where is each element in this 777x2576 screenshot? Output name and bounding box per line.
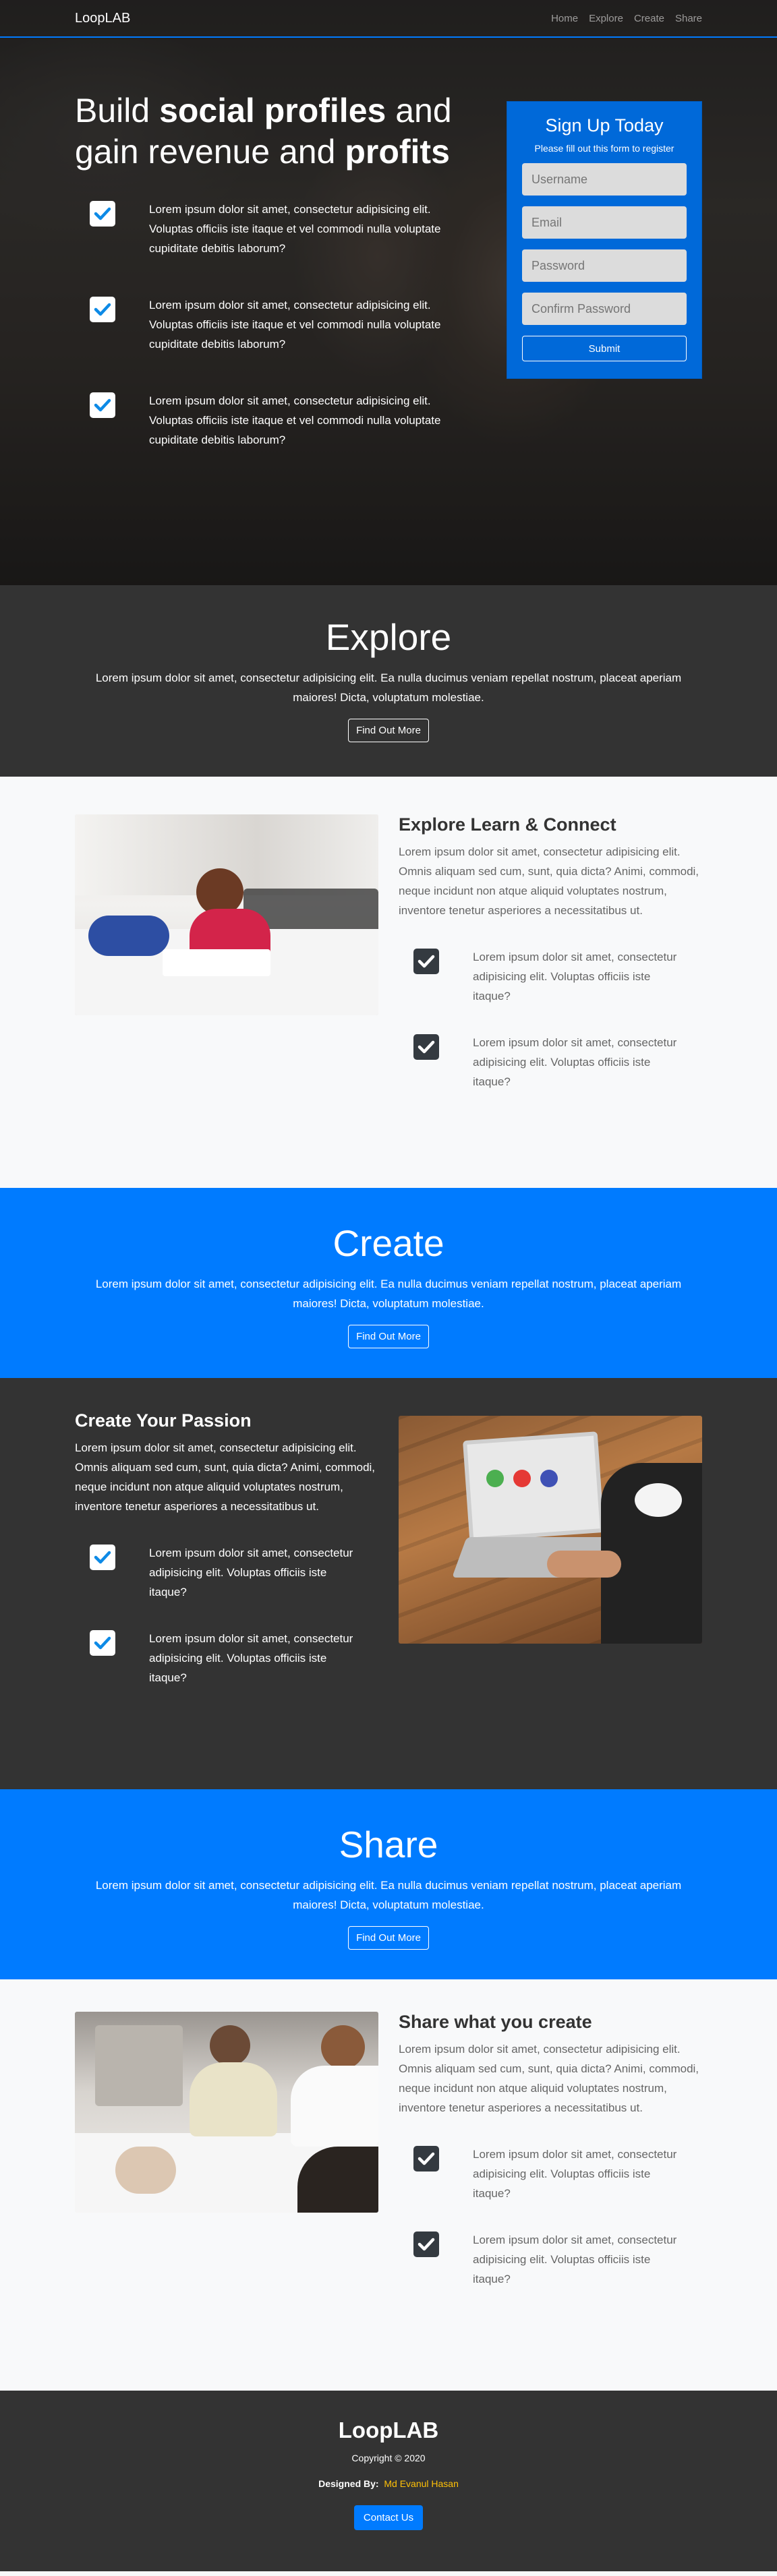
checkbox-icon <box>90 297 115 322</box>
share-feature: Lorem ipsum dolor sit amet, consectetur … <box>399 2230 702 2289</box>
create-feature-text: Lorem ipsum dolor sit amet, consectetur … <box>149 1547 353 1598</box>
designer-credit: Designed By: Md Evanul Hasan <box>0 2478 777 2489</box>
checkbox-icon <box>90 392 115 418</box>
share-section-title: Share what you create <box>399 2012 592 2032</box>
create-text: Lorem ipsum dolor sit amet, consectetur … <box>95 1278 682 1310</box>
brand-logo[interactable]: LoopLAB <box>75 11 130 26</box>
share-feature-text: Lorem ipsum dolor sit amet, consectetur … <box>473 2148 677 2200</box>
explore-feature-text: Lorem ipsum dolor sit amet, consectetur … <box>473 951 677 1002</box>
nav-link-create[interactable]: Create <box>634 13 664 24</box>
explore-find-out-more-button[interactable]: Find Out More <box>348 719 429 742</box>
checkbox-icon <box>90 1545 115 1570</box>
nav-link-explore[interactable]: Explore <box>589 13 623 24</box>
checkbox-icon <box>413 1034 439 1060</box>
nav-links: Home Explore Create Share <box>551 13 702 24</box>
signup-form: Sign Up Today Please fill out this form … <box>507 101 702 379</box>
checkbox-icon <box>413 2231 439 2257</box>
hero-feature-text: Lorem ipsum dolor sit amet, consectetur … <box>149 394 441 446</box>
checkbox-icon <box>90 201 115 227</box>
contact-us-button[interactable]: Contact Us <box>353 2505 424 2530</box>
password-input[interactable] <box>522 249 687 282</box>
explore-section-title: Explore Learn & Connect <box>399 814 616 835</box>
share-section: Share what you create Lorem ipsum dolor … <box>0 1979 777 2391</box>
explore-text: Lorem ipsum dolor sit amet, consectetur … <box>95 671 682 704</box>
email-input[interactable] <box>522 206 687 239</box>
footer: LoopLAB Copyright © 2020 Designed By: Md… <box>0 2391 777 2571</box>
copyright-text: Copyright © 2020 <box>351 2453 426 2463</box>
footer-brand: LoopLAB <box>338 2418 439 2443</box>
girl-drawing-photo <box>75 814 378 1015</box>
create-section: Create Your Passion Lorem ipsum dolor si… <box>0 1378 777 1789</box>
share-feature: Lorem ipsum dolor sit amet, consectetur … <box>399 2145 702 2203</box>
create-find-out-more-button[interactable]: Find Out More <box>348 1325 429 1348</box>
create-feature: Lorem ipsum dolor sit amet, consectetur … <box>75 1629 378 1687</box>
nav-link-share[interactable]: Share <box>675 13 702 24</box>
create-banner: Create Lorem ipsum dolor sit amet, conse… <box>0 1188 777 1378</box>
hero-feature-text: Lorem ipsum dolor sit amet, consectetur … <box>149 203 441 255</box>
checkbox-icon <box>413 949 439 974</box>
share-banner: Share Lorem ipsum dolor sit amet, consec… <box>0 1789 777 1979</box>
navbar: LoopLAB Home Explore Create Share <box>0 0 777 38</box>
designer-name: Md Evanul Hasan <box>384 2478 459 2489</box>
create-section-text: Lorem ipsum dolor sit amet, consectetur … <box>75 1441 376 1513</box>
create-heading: Create <box>333 1222 444 1264</box>
hero-feature: Lorem ipsum dolor sit amet, consectetur … <box>75 200 466 258</box>
explore-feature: Lorem ipsum dolor sit amet, consectetur … <box>399 1033 702 1091</box>
create-section-title: Create Your Passion <box>75 1410 252 1431</box>
signup-title: Sign Up Today <box>545 115 664 136</box>
designed-by-label: Designed By: <box>318 2478 379 2489</box>
hero-feature: Lorem ipsum dolor sit amet, consectetur … <box>75 295 466 354</box>
hero-section: Build social profiles and gain revenue a… <box>0 0 777 585</box>
group-photo <box>75 2012 378 2213</box>
explore-banner: Explore Lorem ipsum dolor sit amet, cons… <box>0 585 777 777</box>
explore-heading: Explore <box>325 616 452 658</box>
share-section-text: Lorem ipsum dolor sit amet, consectetur … <box>399 2043 699 2114</box>
username-input[interactable] <box>522 163 687 196</box>
explore-feature-text: Lorem ipsum dolor sit amet, consectetur … <box>473 1036 677 1088</box>
share-feature-text: Lorem ipsum dolor sit amet, consectetur … <box>473 2234 677 2285</box>
share-find-out-more-button[interactable]: Find Out More <box>348 1926 429 1950</box>
signup-subtitle: Please fill out this form to register <box>534 143 674 154</box>
checkbox-icon <box>413 2146 439 2171</box>
explore-section-text: Lorem ipsum dolor sit amet, consectetur … <box>399 845 699 917</box>
hero-title: Build social profiles and gain revenue a… <box>75 92 452 171</box>
explore-section: Explore Learn & Connect Lorem ipsum dolo… <box>0 777 777 1188</box>
checkbox-icon <box>90 1630 115 1656</box>
share-heading: Share <box>339 1824 438 1865</box>
share-text: Lorem ipsum dolor sit amet, consectetur … <box>95 1879 682 1911</box>
confirm-password-input[interactable] <box>522 293 687 325</box>
hero-feature: Lorem ipsum dolor sit amet, consectetur … <box>75 391 466 450</box>
laptop-photo <box>399 1416 702 1644</box>
create-feature: Lorem ipsum dolor sit amet, consectetur … <box>75 1543 378 1602</box>
create-feature-text: Lorem ipsum dolor sit amet, consectetur … <box>149 1632 353 1684</box>
hero-feature-text: Lorem ipsum dolor sit amet, consectetur … <box>149 299 441 351</box>
submit-button[interactable]: Submit <box>522 336 687 361</box>
nav-link-home[interactable]: Home <box>551 13 578 24</box>
explore-feature: Lorem ipsum dolor sit amet, consectetur … <box>399 947 702 1006</box>
